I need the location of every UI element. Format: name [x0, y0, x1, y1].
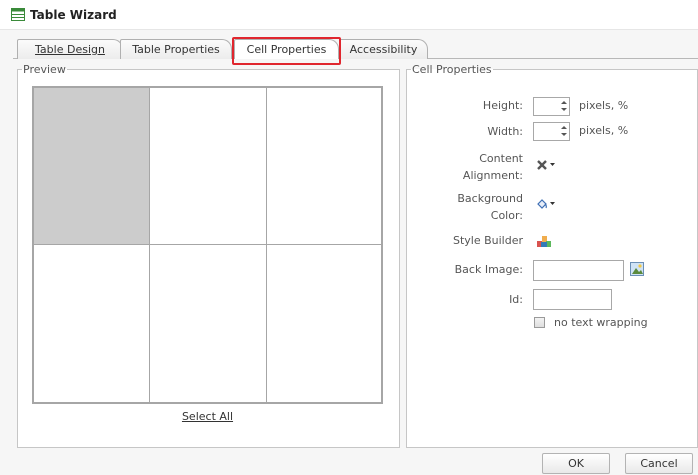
cell-properties-legend: Cell Properties	[412, 63, 492, 76]
title-bar: Table Wizard	[0, 0, 698, 30]
width-label: Width:	[487, 125, 523, 138]
preview-cell-r1c1[interactable]	[33, 87, 150, 245]
height-spinner[interactable]	[533, 97, 570, 116]
no-wrap-checkbox[interactable]	[534, 317, 545, 328]
back-image-label: Back Image:	[454, 263, 523, 276]
image-browse-icon[interactable]	[630, 262, 644, 276]
style-builder-icon[interactable]	[536, 234, 552, 248]
tab-table-design[interactable]: Table Design	[17, 39, 123, 59]
width-spinner-buttons[interactable]	[559, 123, 569, 140]
preview-cell-r1c3[interactable]	[266, 87, 382, 245]
select-all-link[interactable]: Select All	[32, 410, 383, 423]
id-label: Id:	[509, 293, 523, 306]
no-wrap-label[interactable]: no text wrapping	[554, 316, 648, 329]
tab-table-properties[interactable]: Table Properties	[120, 39, 232, 59]
spin-down-icon[interactable]	[561, 108, 567, 111]
cancel-button[interactable]: Cancel	[625, 453, 693, 474]
spin-up-icon[interactable]	[561, 126, 567, 129]
width-unit: pixels, %	[579, 124, 629, 137]
ok-button[interactable]: OK	[542, 453, 610, 474]
width-spinner[interactable]	[533, 122, 570, 141]
back-image-input[interactable]	[533, 260, 624, 281]
table-icon	[11, 8, 25, 21]
table-preview-grid	[32, 86, 383, 404]
height-spinner-buttons[interactable]	[559, 98, 569, 115]
paint-bucket-icon[interactable]	[535, 197, 557, 211]
preview-cell-r2c1[interactable]	[33, 244, 150, 403]
tab-highlight-box	[232, 37, 341, 65]
alignment-picker-icon[interactable]	[535, 158, 557, 172]
preview-legend: Preview	[23, 63, 66, 76]
tab-accessibility[interactable]: Accessibility	[339, 39, 428, 59]
cell-properties-panel: Cell Properties	[406, 63, 698, 448]
background-color-label: Background Color:	[457, 192, 523, 222]
spin-down-icon[interactable]	[561, 133, 567, 136]
window-title: Table Wizard	[30, 8, 117, 22]
preview-cell-r2c3[interactable]	[266, 244, 382, 403]
preview-cell-r1c2[interactable]	[149, 87, 267, 245]
preview-cell-r2c2[interactable]	[149, 244, 267, 403]
style-builder-label: Style Builder	[452, 234, 523, 247]
spin-up-icon[interactable]	[561, 101, 567, 104]
id-input[interactable]	[533, 289, 612, 310]
height-label: Height:	[482, 99, 523, 112]
height-unit: pixels, %	[579, 99, 629, 112]
content-alignment-label: Content Alignment:	[462, 152, 523, 182]
